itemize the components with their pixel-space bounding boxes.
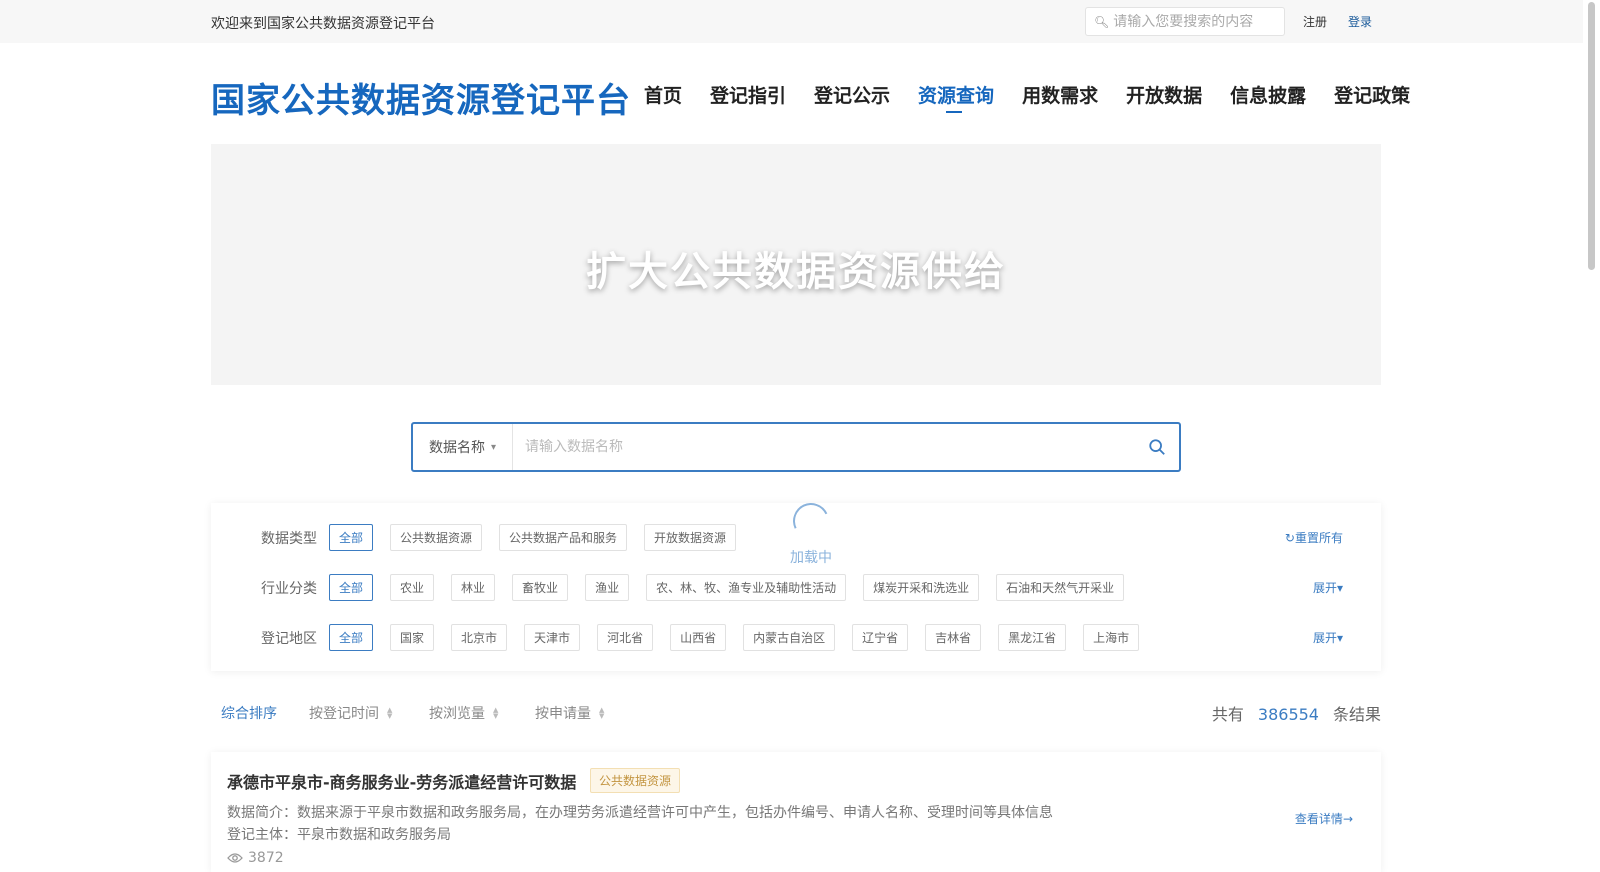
filter-tag[interactable]: 煤炭开采和洗选业 [863,574,980,601]
refresh-icon: ↻ [1284,531,1295,545]
page-scrollbar[interactable] [1583,0,1600,861]
sort-default[interactable]: 综合排序 [221,703,277,723]
header: 国家公共数据资源登记平台 首页 登记指引 登记公示 资源查询 用数需求 开放数据… [0,43,1600,143]
welcome-text: 欢迎来到国家公共数据资源登记平台 [211,16,435,32]
filter-tag[interactable]: 国家 [390,624,435,651]
top-search-input[interactable] [1113,13,1284,30]
chevron-down-icon: ▾ [491,441,497,453]
result-type-badge: 公共数据资源 [590,768,681,793]
filter-tag[interactable]: 林业 [451,574,496,601]
filter-tag[interactable]: 河北省 [597,624,654,651]
main-nav: 首页 登记指引 登记公示 资源查询 用数需求 开放数据 信息披露 登记政策 [644,81,1438,113]
loading-text: 加载中 [790,550,832,566]
spinner-icon [787,497,835,545]
sort-label: 综合排序 [221,706,277,722]
site-logo[interactable]: 国家公共数据资源登记平台 [211,73,631,122]
expand-label: 展开 [1312,631,1337,645]
filter-tag[interactable]: 山西省 [670,624,727,651]
sort-label: 按登记时间 [309,706,379,722]
reset-all-button[interactable]: ↻重置所有 [1285,529,1343,546]
search-field-label: 数据名称 [429,440,485,456]
scrollbar-thumb[interactable] [1588,2,1595,270]
filter-tag[interactable]: 开放数据资源 [644,524,737,551]
arrow-right-icon: → [1342,812,1353,826]
filter-tag[interactable]: 农、林、牧、渔专业及辅助性活动 [646,574,847,601]
sort-bar: 综合排序 按登记时间 ▲ ▼ 按浏览量 ▲ ▼ 按申请量 ▲ ▼ 共有 386554 条结果 [211,700,1381,724]
top-bar: 欢迎来到国家公共数据资源登记平台 🔍︎ 注册 登录 [0,0,1600,43]
register-link[interactable]: 注册 [1303,13,1327,30]
filter-tag[interactable]: 石油和天然气开采业 [996,574,1125,601]
sort-by-requests[interactable]: 按申请量 ▲ ▼ [535,703,604,723]
sort-arrows-icon: ▲ ▼ [493,706,499,720]
filter-row-region: 登记地区 全部 国家 北京市 天津市 河北省 山西省 内蒙古自治区 辽宁省 吉林… [261,624,1156,651]
filter-tag[interactable]: 畜牧业 [512,574,569,601]
top-search-box[interactable]: 🔍︎ [1085,7,1285,36]
sort-by-time[interactable]: 按登记时间 ▲ ▼ [309,703,392,723]
data-name-input[interactable] [513,439,1135,455]
filter-tag[interactable]: 全部 [329,574,374,601]
sort-label: 按申请量 [535,706,591,722]
detail-label: 查看详情 [1294,812,1343,826]
filter-tag[interactable]: 辽宁省 [852,624,909,651]
total-suffix: 条结果 [1332,705,1381,724]
sort-arrows-icon: ▲ ▼ [599,706,605,720]
result-title[interactable]: 承德市平泉市-商务服务业-劳务派遣经营许可数据 [227,769,576,793]
expand-region-button[interactable]: 展开▾ [1313,629,1343,646]
chevron-down-icon: ▾ [1336,581,1343,595]
chevron-down-icon: ▾ [1336,631,1343,645]
nav-policy[interactable]: 登记政策 [1334,81,1410,108]
nav-disclosure[interactable]: 信息披露 [1230,81,1306,108]
search-field-select[interactable]: 数据名称 ▾ [413,424,513,470]
banner: 扩大公共数据资源供给 [211,144,1381,385]
filter-tag[interactable]: 农业 [390,574,435,601]
filter-tag[interactable]: 公共数据资源 [390,524,483,551]
result-card[interactable]: 承德市平泉市-商务服务业-劳务派遣经营许可数据 公共数据资源 数据简介：数据来源… [211,752,1381,872]
nav-open-data[interactable]: 开放数据 [1126,81,1202,108]
result-owner: 登记主体：平泉市数据和政务服务局 [227,827,451,843]
nav-resource-query[interactable]: 资源查询 [918,81,994,113]
eye-icon [227,853,243,863]
result-total: 共有 386554 条结果 [1212,701,1381,725]
filter-tag[interactable]: 吉林省 [925,624,982,651]
sort-label: 按浏览量 [429,706,485,722]
expand-label: 展开 [1312,581,1337,595]
nav-guide[interactable]: 登记指引 [710,81,786,108]
filter-tag[interactable]: 渔业 [585,574,630,601]
filter-label: 行业分类 [261,580,317,597]
filter-tag[interactable]: 内蒙古自治区 [743,624,836,651]
result-description: 数据简介：数据来源于平泉市数据和政务服务局，在办理劳务派遣经营许可中产生，包括办… [227,805,1053,821]
total-prefix: 共有 [1211,705,1244,724]
nav-announcement[interactable]: 登记公示 [814,81,890,108]
views-count: 3872 [248,850,284,866]
sort-arrows-icon: ▲ ▼ [387,706,393,720]
loading-indicator: 加载中 [751,497,871,567]
filter-row-data-type: 数据类型 全部 公共数据资源 公共数据产品和服务 开放数据资源 [261,524,753,551]
banner-text: 扩大公共数据资源供给 [586,249,1006,295]
data-search-bar: 数据名称 ▾ [411,422,1181,472]
sort-by-views[interactable]: 按浏览量 ▲ ▼ [429,703,498,723]
expand-industry-button[interactable]: 展开▾ [1313,579,1343,596]
login-link[interactable]: 登录 [1348,13,1372,30]
total-count: 386554 [1257,705,1319,724]
view-detail-link[interactable]: 查看详情→ [1295,810,1353,827]
nav-demand[interactable]: 用数需求 [1022,81,1098,108]
filter-tag[interactable]: 北京市 [451,624,508,651]
reset-all-label: 重置所有 [1294,531,1343,545]
result-views: 3872 [227,850,284,866]
search-icon: 🔍︎ [1094,14,1110,29]
filter-tag[interactable]: 全部 [329,624,374,651]
filter-tag[interactable]: 上海市 [1083,624,1140,651]
search-icon [1149,439,1165,455]
filter-tag[interactable]: 全部 [329,524,374,551]
filter-tag[interactable]: 公共数据产品和服务 [499,524,628,551]
filter-label: 数据类型 [261,530,317,547]
search-button[interactable] [1135,424,1179,470]
filter-panel: 加载中 数据类型 全部 公共数据资源 公共数据产品和服务 开放数据资源 ↻重置所… [211,497,1381,671]
filter-tag[interactable]: 黑龙江省 [998,624,1067,651]
filter-tag[interactable]: 天津市 [524,624,581,651]
nav-home[interactable]: 首页 [644,81,682,108]
filter-label: 登记地区 [261,630,317,647]
filter-row-industry: 行业分类 全部 农业 林业 畜牧业 渔业 农、林、牧、渔专业及辅助性活动 煤炭开… [261,574,1141,601]
